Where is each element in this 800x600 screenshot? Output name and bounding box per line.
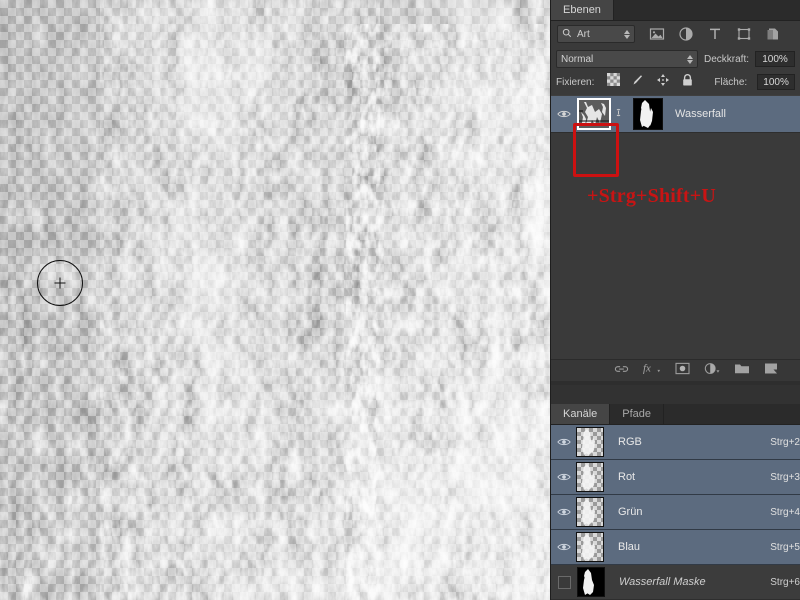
lock-label: Fixieren: bbox=[556, 76, 595, 88]
canvas-area[interactable] bbox=[0, 0, 550, 600]
channels-tabbar: Kanäle Pfade bbox=[551, 404, 800, 425]
eye-icon[interactable] bbox=[555, 542, 573, 552]
lock-all-icon[interactable] bbox=[681, 73, 694, 92]
eye-icon[interactable] bbox=[555, 109, 573, 119]
table-row[interactable]: Wasserfall Maske Strg+6 bbox=[551, 565, 800, 600]
channel-visibility-checkbox[interactable] bbox=[558, 575, 571, 589]
layers-tabbar: Ebenen bbox=[551, 0, 800, 21]
opacity-field[interactable]: 100% bbox=[755, 51, 795, 67]
photoshop-window: Ebenen Art Normal Deckkraft: 100% Fixier… bbox=[0, 0, 800, 600]
channel-thumbnail[interactable] bbox=[576, 427, 604, 457]
panel-dock: Ebenen Art Normal Deckkraft: 100% Fixier… bbox=[550, 0, 800, 600]
blend-opacity-row: Normal Deckkraft: 100% bbox=[551, 47, 800, 71]
new-group-icon[interactable] bbox=[734, 362, 750, 380]
channel-shortcut: Strg+3 bbox=[770, 471, 800, 483]
layers-bottom-toolbar: fx bbox=[551, 359, 800, 381]
link-layers-icon[interactable] bbox=[614, 362, 629, 380]
panel-divider[interactable] bbox=[551, 381, 800, 385]
annotation-shortcut-text: +Strg+Shift+U bbox=[587, 185, 717, 207]
channel-shortcut: Strg+6 bbox=[770, 576, 800, 588]
opacity-label: Deckkraft: bbox=[703, 53, 749, 65]
tab-pfade[interactable]: Pfade bbox=[610, 404, 665, 424]
fill-label: Fläche: bbox=[714, 76, 748, 88]
svg-text:fx: fx bbox=[643, 362, 651, 374]
channels-panel: RGB Strg+2 Rot Strg+3 Grün Strg+4 Blau S… bbox=[551, 425, 800, 600]
filter-kind-select[interactable]: Art bbox=[557, 25, 635, 43]
channel-name: RGB bbox=[618, 436, 642, 448]
chevron-updown-icon[interactable] bbox=[624, 29, 630, 39]
filter-kind-label: Art bbox=[577, 28, 590, 40]
channel-thumbnail[interactable] bbox=[576, 497, 604, 527]
channel-name: Wasserfall Maske bbox=[619, 576, 706, 588]
new-layer-icon[interactable] bbox=[764, 362, 778, 380]
lock-position-icon[interactable] bbox=[656, 73, 670, 92]
layer-mask-thumbnail[interactable] bbox=[633, 98, 663, 130]
table-row[interactable]: RGB Strg+2 bbox=[551, 425, 800, 460]
pixel-layer-icon[interactable] bbox=[649, 26, 665, 42]
link-mask-icon[interactable] bbox=[613, 107, 623, 121]
channel-shortcut: Strg+4 bbox=[770, 506, 800, 518]
tab-ebenen[interactable]: Ebenen bbox=[551, 0, 614, 20]
lock-transparency-icon[interactable] bbox=[607, 73, 621, 91]
channel-thumbnail[interactable] bbox=[577, 567, 605, 597]
table-row[interactable]: Rot Strg+3 bbox=[551, 460, 800, 495]
brush-cursor bbox=[37, 260, 83, 306]
layer-thumbnail[interactable] bbox=[577, 98, 611, 130]
layers-panel: Art Normal Deckkraft: 100% Fixieren: Flä… bbox=[551, 21, 800, 381]
channel-shortcut: Strg+2 bbox=[770, 436, 800, 448]
channel-shortcut: Strg+5 bbox=[770, 541, 800, 553]
tabbar-filler bbox=[664, 404, 800, 424]
layer-style-fx-icon[interactable]: fx bbox=[643, 362, 661, 380]
table-row[interactable]: Blau Strg+5 bbox=[551, 530, 800, 565]
channel-thumbnail[interactable] bbox=[576, 462, 604, 492]
table-row[interactable]: Wasserfall bbox=[551, 95, 800, 133]
layer-list: Wasserfall bbox=[551, 95, 800, 133]
shape-layer-icon[interactable] bbox=[736, 26, 752, 42]
eye-icon[interactable] bbox=[555, 472, 573, 482]
blend-mode-value: Normal bbox=[561, 53, 594, 65]
channel-name: Grün bbox=[618, 506, 643, 518]
eye-icon[interactable] bbox=[555, 437, 573, 447]
smart-object-icon[interactable] bbox=[765, 26, 781, 42]
lock-image-icon[interactable] bbox=[631, 73, 645, 92]
adjustment-layer-icon[interactable] bbox=[678, 26, 694, 42]
type-layer-icon[interactable] bbox=[707, 26, 723, 42]
table-row[interactable]: Grün Strg+4 bbox=[551, 495, 800, 530]
chevron-updown-icon[interactable] bbox=[686, 54, 693, 64]
lock-row: Fixieren: Fläche: 100% bbox=[551, 71, 800, 93]
filter-type-icons bbox=[649, 26, 781, 42]
blend-mode-select[interactable]: Normal bbox=[556, 50, 698, 68]
tabbar-filler bbox=[613, 0, 800, 20]
new-adjustment-layer-icon[interactable] bbox=[704, 362, 720, 380]
channel-name: Blau bbox=[618, 541, 641, 553]
channel-thumbnail[interactable] bbox=[576, 532, 604, 562]
tab-kanaele[interactable]: Kanäle bbox=[551, 404, 611, 424]
add-layer-mask-icon[interactable] bbox=[675, 362, 690, 380]
layer-filter-row: Art bbox=[551, 21, 800, 47]
eye-icon[interactable] bbox=[555, 507, 573, 517]
channel-name: Rot bbox=[618, 471, 636, 483]
layer-name: Wasserfall bbox=[675, 108, 726, 120]
search-icon bbox=[562, 28, 572, 41]
fill-field[interactable]: 100% bbox=[757, 74, 795, 90]
waterfall-image bbox=[0, 0, 550, 600]
